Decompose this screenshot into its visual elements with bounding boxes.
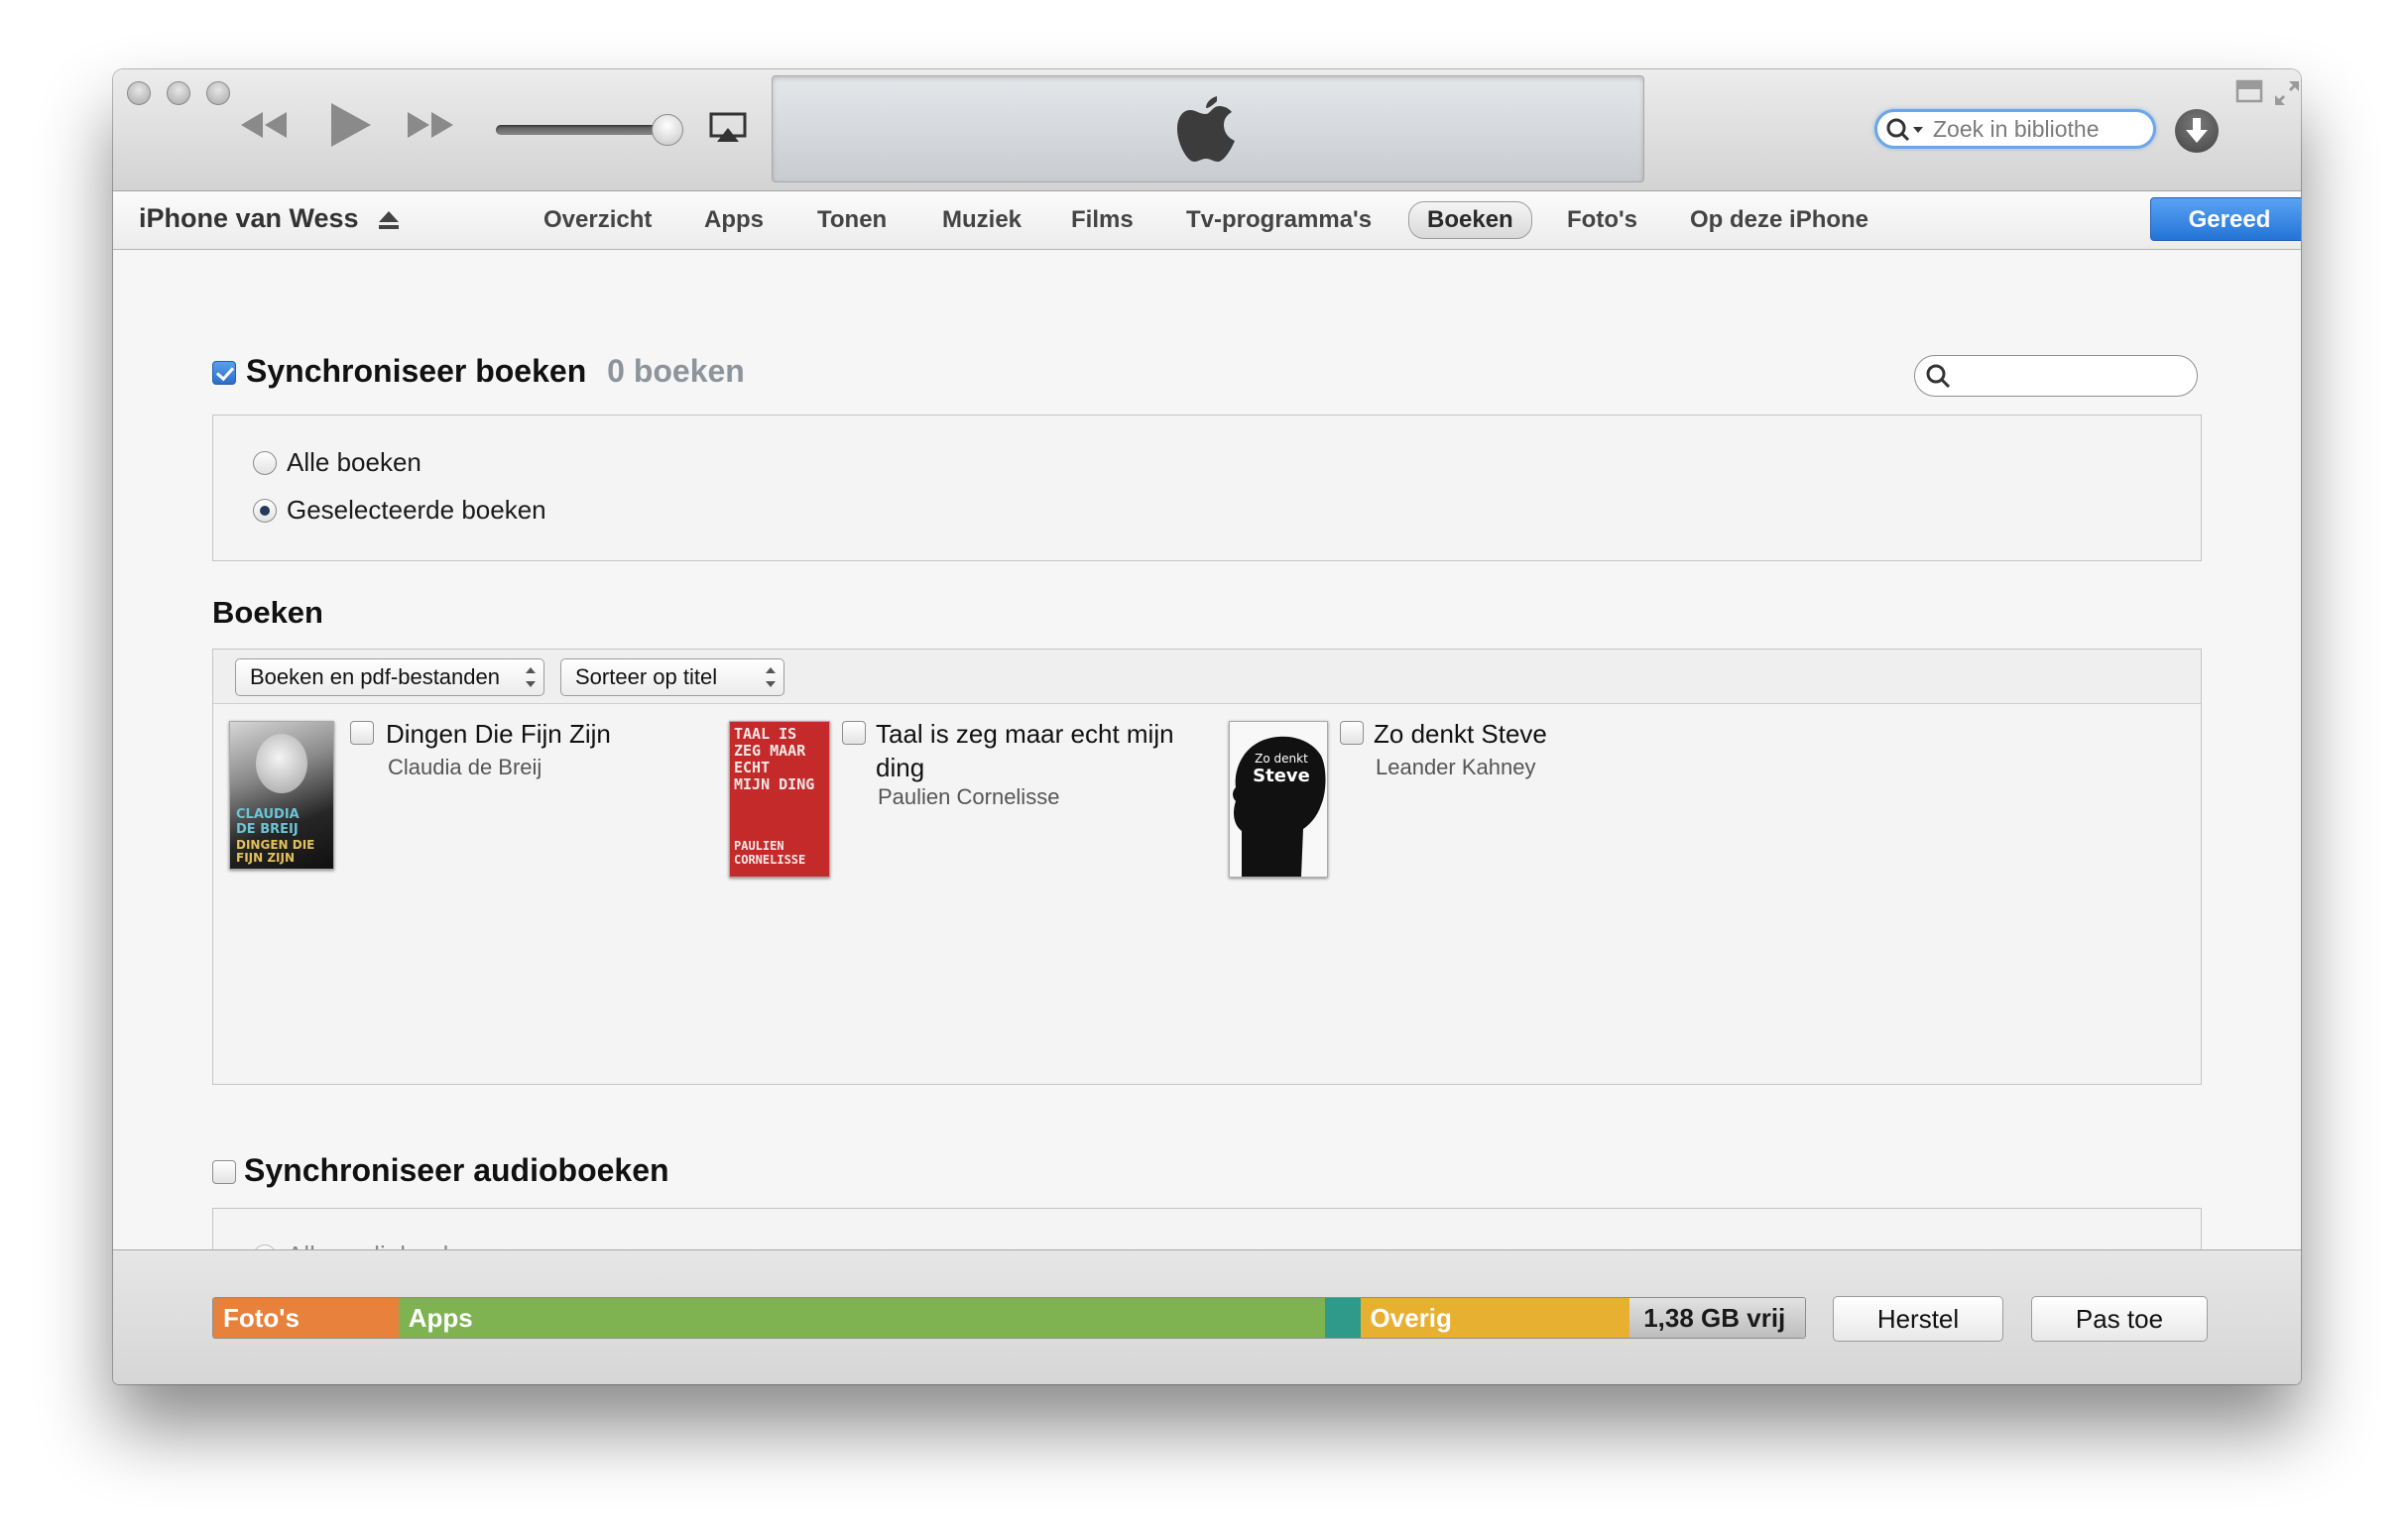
capacity-footer: Foto's Apps Overig 1,38 GB vrij Herstel … bbox=[113, 1249, 2301, 1384]
tab-fotos[interactable]: Foto's bbox=[1567, 203, 1637, 237]
book-cover: CLAUDIA DE BREIJ DINGEN DIE FIJN ZIJN bbox=[229, 721, 334, 870]
sync-audiobooks-label: Synchroniseer audioboeken bbox=[244, 1152, 669, 1188]
cover-text: CLAUDIA DE BREIJ bbox=[236, 807, 300, 837]
apply-button[interactable]: Pas toe bbox=[2031, 1296, 2208, 1342]
minimize-window-button[interactable] bbox=[167, 81, 190, 105]
sort-select-value: Sorteer op titel bbox=[575, 664, 718, 689]
sync-options-panel: Alle boeken Geselecteerde boeken bbox=[212, 414, 2202, 561]
capacity-segment-photos: Foto's bbox=[213, 1298, 399, 1338]
capacity-segment-other-media bbox=[1324, 1298, 1361, 1338]
search-icon bbox=[1886, 118, 1923, 142]
radio-geselecteerde-boeken[interactable] bbox=[253, 499, 277, 523]
sync-books-checkbox[interactable] bbox=[212, 361, 236, 385]
download-icon bbox=[2186, 118, 2208, 143]
books-sync-pane: Synchroniseer boeken 0 boeken Alle boeke… bbox=[113, 250, 2301, 1249]
itunes-window: iPhone van Wess Overzicht Apps Tonen Muz… bbox=[113, 69, 2301, 1384]
cover-text: TAAL IS ZEG MAAR ECHT MIJN DING bbox=[734, 725, 815, 793]
book-type-select[interactable]: Boeken en pdf-bestanden bbox=[235, 658, 544, 696]
audiobook-options-panel: Alle audioboeken bbox=[212, 1208, 2202, 1249]
radio-geselecteerde-boeken-label: Geselecteerde boeken bbox=[287, 495, 546, 525]
cover-title-text: DINGEN DIE FIJN ZIJN bbox=[236, 838, 315, 865]
volume-slider-knob[interactable] bbox=[652, 114, 683, 146]
search-icon bbox=[1926, 364, 1951, 389]
tab-boeken[interactable]: Boeken bbox=[1408, 201, 1532, 239]
lcd-status-display bbox=[772, 75, 1644, 182]
book-checkbox[interactable] bbox=[842, 721, 866, 745]
book-cover: Zo denkt Steve bbox=[1229, 721, 1328, 878]
books-panel: Boeken en pdf-bestanden Sorteer op titel… bbox=[212, 649, 2202, 1085]
airplay-icon bbox=[709, 112, 747, 142]
play-icon bbox=[331, 103, 371, 147]
cover-text: Zo denkt Steve bbox=[1253, 752, 1310, 786]
book-count: 0 boeken bbox=[607, 353, 745, 389]
tab-tonen[interactable]: Tonen bbox=[817, 203, 887, 237]
books-search-field[interactable] bbox=[1914, 355, 2198, 397]
book-title: Zo denkt Steve bbox=[1374, 719, 1547, 749]
radio-alle-audioboeken-label: Alle audioboeken bbox=[287, 1241, 485, 1249]
book-checkbox[interactable] bbox=[1340, 721, 1364, 745]
tab-tv-programmas[interactable]: Tv-programma's bbox=[1186, 203, 1372, 237]
radio-alle-boeken-label: Alle boeken bbox=[287, 447, 421, 477]
capacity-segment-other: Overig bbox=[1360, 1298, 1630, 1338]
mini-player-icon[interactable] bbox=[2235, 79, 2263, 103]
eject-icon[interactable] bbox=[377, 209, 401, 231]
airplay-button[interactable] bbox=[708, 111, 748, 145]
select-arrows-icon bbox=[766, 665, 776, 689]
radio-alle-boeken[interactable] bbox=[253, 451, 277, 475]
tab-apps[interactable]: Apps bbox=[704, 203, 764, 237]
tab-op-deze-iphone[interactable]: Op deze iPhone bbox=[1690, 203, 1868, 237]
sort-select[interactable]: Sorteer op titel bbox=[560, 658, 784, 696]
book-title: Dingen Die Fijn Zijn bbox=[386, 719, 611, 749]
tab-films[interactable]: Films bbox=[1071, 203, 1134, 237]
books-section-title: Boeken bbox=[212, 595, 323, 630]
library-search-input[interactable] bbox=[1933, 116, 2141, 142]
fullscreen-icon[interactable] bbox=[2273, 79, 2301, 107]
rewind-button[interactable] bbox=[236, 105, 290, 145]
device-name[interactable]: iPhone van Wess bbox=[139, 203, 359, 234]
device-navbar: iPhone van Wess Overzicht Apps Tonen Muz… bbox=[113, 191, 2301, 250]
fast-forward-icon bbox=[408, 112, 453, 138]
steve-silhouette bbox=[1233, 736, 1326, 877]
book-type-select-value: Boeken en pdf-bestanden bbox=[250, 664, 500, 689]
library-search[interactable] bbox=[1874, 109, 2156, 149]
cover-author-text: PAULIEN CORNELISSE bbox=[734, 839, 806, 867]
capacity-bar: Foto's Apps Overig 1,38 GB vrij bbox=[212, 1297, 1806, 1339]
tab-overzicht[interactable]: Overzicht bbox=[543, 203, 652, 237]
capacity-segment-free: 1,38 GB vrij bbox=[1629, 1298, 1805, 1338]
book-author: Paulien Cornelisse bbox=[878, 784, 1060, 809]
rewind-icon bbox=[241, 112, 287, 138]
book-cover: TAAL IS ZEG MAAR ECHT MIJN DING PAULIEN CORN… bbox=[729, 721, 830, 878]
sync-books-heading: Synchroniseer boeken 0 boeken bbox=[246, 353, 745, 390]
revert-button[interactable]: Herstel bbox=[1833, 1296, 2003, 1342]
apple-logo-icon bbox=[1177, 96, 1235, 162]
select-arrows-icon bbox=[526, 665, 536, 689]
done-button[interactable]: Gereed bbox=[2150, 197, 2301, 241]
book-author: Leander Kahney bbox=[1376, 755, 1536, 779]
book-checkbox[interactable] bbox=[350, 721, 374, 745]
book-author: Claudia de Breij bbox=[388, 755, 542, 779]
tab-muziek[interactable]: Muziek bbox=[942, 203, 1022, 237]
toolbar bbox=[113, 69, 2301, 191]
author-photo bbox=[256, 734, 307, 793]
book-title: Taal is zeg maar echt mijn ding bbox=[876, 719, 1174, 782]
sync-books-label: Synchroniseer boeken bbox=[246, 353, 587, 389]
close-window-button[interactable] bbox=[127, 81, 151, 105]
volume-slider[interactable] bbox=[496, 125, 666, 135]
downloads-button[interactable] bbox=[2175, 109, 2219, 153]
sync-audiobooks-checkbox[interactable] bbox=[212, 1160, 236, 1184]
fast-forward-button[interactable] bbox=[405, 105, 458, 145]
zoom-window-button[interactable] bbox=[206, 81, 230, 105]
capacity-segment-apps: Apps bbox=[398, 1298, 1325, 1338]
play-button[interactable] bbox=[325, 99, 375, 151]
